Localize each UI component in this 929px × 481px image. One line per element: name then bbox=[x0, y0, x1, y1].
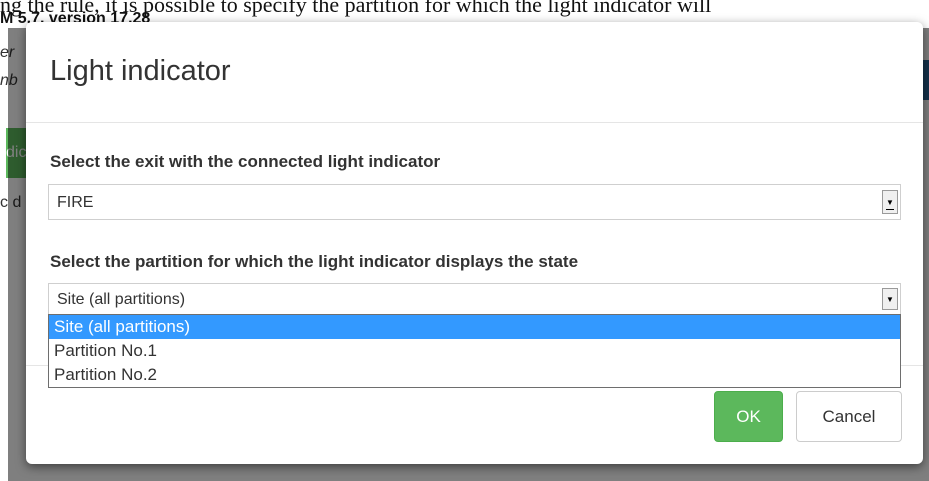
light-indicator-dialog: Light indicator Select the exit with the… bbox=[26, 22, 923, 464]
partition-option-site[interactable]: Site (all partitions) bbox=[49, 315, 900, 339]
partition-select-value: Site (all partitions) bbox=[57, 291, 186, 308]
partition-option-1[interactable]: Partition No.1 bbox=[49, 339, 900, 363]
exit-select-label: Select the exit with the connected light… bbox=[50, 152, 441, 171]
exit-select[interactable]: FIRE ▼ bbox=[48, 184, 901, 220]
triangle-down-icon[interactable]: ▼ bbox=[882, 190, 898, 214]
partition-option-2[interactable]: Partition No.2 bbox=[49, 363, 900, 387]
exit-select-value: FIRE bbox=[57, 194, 94, 211]
dialog-title: Light indicator bbox=[50, 55, 231, 87]
triangle-down-icon[interactable]: ▼ bbox=[882, 288, 898, 310]
partition-select-label: Select the partition for which the light… bbox=[50, 252, 579, 271]
partition-select[interactable]: Site (all partitions) ▼ bbox=[48, 283, 901, 315]
cancel-button[interactable]: Cancel bbox=[796, 391, 902, 442]
ok-button[interactable]: OK bbox=[714, 391, 783, 442]
header-divider bbox=[26, 122, 923, 123]
partition-dropdown-list[interactable]: Site (all partitions) Partition No.1 Par… bbox=[48, 314, 901, 388]
